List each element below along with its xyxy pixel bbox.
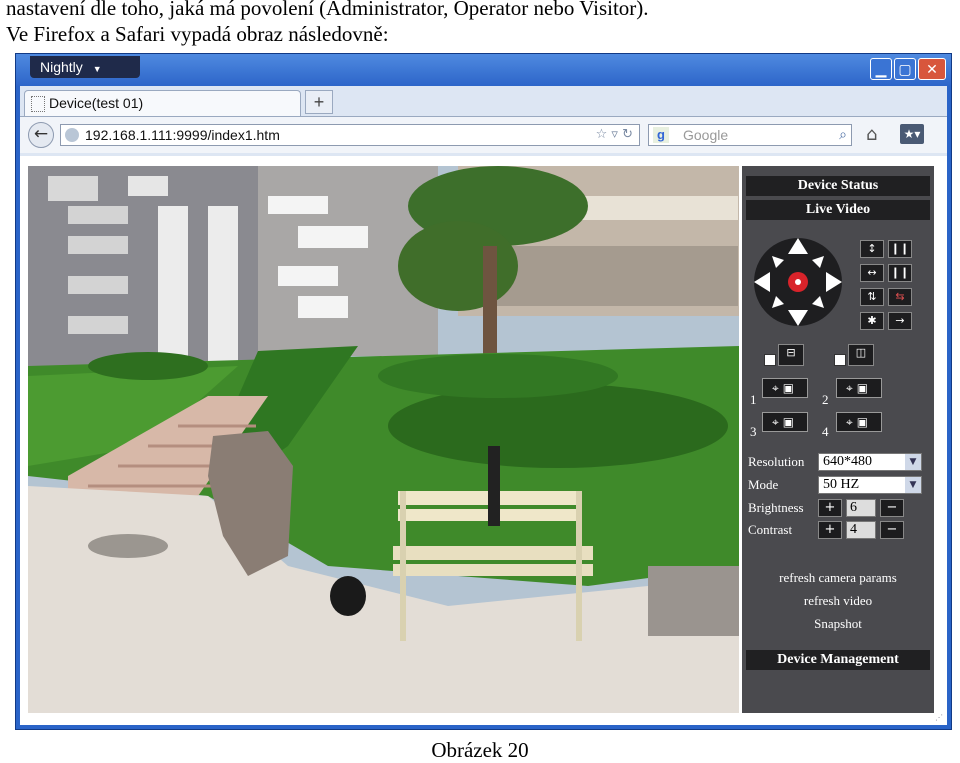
chevron-down-icon: ▼ xyxy=(905,454,921,470)
brightness-minus-button[interactable]: − xyxy=(880,499,904,517)
pan-pause-icon[interactable]: ❙❙ xyxy=(888,264,912,282)
navigation-bar: ← 192.168.1.111:9999/index1.htm ☆ ▿ ↻ g … xyxy=(20,116,947,153)
ir-off-icon[interactable]: → xyxy=(888,312,912,330)
document-text-line-1: nastavení dle toho, jaká má povolení (Ad… xyxy=(6,0,649,20)
camera-control-panel: Device Status Live Video ↕ ❙❙ ↔ ❙❙ ⇅ ⇆ ✱… xyxy=(742,166,934,713)
io-input-icon: ◫ xyxy=(848,344,874,366)
globe-icon xyxy=(65,128,79,142)
dropdown-icon[interactable]: ▿ xyxy=(611,127,618,142)
resolution-select[interactable]: 640*480 ▼ xyxy=(818,453,922,471)
preset-number-3: 3 xyxy=(750,424,757,439)
io-checkbox-1[interactable] xyxy=(764,354,776,366)
brightness-plus-button[interactable]: + xyxy=(818,499,842,517)
brightness-value: 6 xyxy=(846,499,876,517)
preset-3-button[interactable]: ⌖▣ xyxy=(762,412,808,432)
preset-number-2: 2 xyxy=(822,392,829,407)
resolution-label: Resolution xyxy=(748,454,805,469)
resize-grip-icon[interactable]: ⋰ xyxy=(935,713,945,723)
live-video-frame xyxy=(28,166,739,713)
star-icon[interactable]: ☆ xyxy=(596,127,608,142)
flip-icon[interactable]: ⇅ xyxy=(860,288,884,306)
ir-light-icon[interactable]: ✱ xyxy=(860,312,884,330)
close-icon[interactable]: ✕ xyxy=(918,58,946,80)
url-text: 192.168.1.111:9999/index1.htm xyxy=(85,127,280,143)
contrast-minus-button[interactable]: − xyxy=(880,521,904,539)
device-management-header[interactable]: Device Management xyxy=(746,650,930,670)
preset-number-1: 1 xyxy=(750,392,757,407)
figure-caption: Obrázek 20 xyxy=(431,738,529,762)
refresh-video-link[interactable]: refresh video xyxy=(742,593,934,609)
tilt-icon[interactable]: ↕ xyxy=(860,240,884,258)
preset-2-button[interactable]: ⌖▣ xyxy=(836,378,882,398)
search-bar[interactable]: g Google ⌕ xyxy=(648,124,852,146)
search-placeholder: Google xyxy=(683,127,729,143)
page-content: Device Status Live Video ↕ ❙❙ ↔ ❙❙ ⇅ ⇆ ✱… xyxy=(20,156,947,725)
page-icon xyxy=(31,96,45,112)
bookmarks-icon[interactable]: ★▾ xyxy=(900,124,924,144)
ptz-joystick[interactable] xyxy=(752,236,844,328)
google-icon[interactable]: g xyxy=(653,127,669,143)
document-text-line-2: Ve Firefox a Safari vypadá obraz následo… xyxy=(6,22,389,46)
io-output-icon: ⊟ xyxy=(778,344,804,366)
preset-number-4: 4 xyxy=(822,424,829,439)
io-checkbox-2[interactable] xyxy=(834,354,846,366)
preset-1-button[interactable]: ⌖▣ xyxy=(762,378,808,398)
browser-window: Nightly ▼ ▁ ▢ ✕ Device(test 01) + ← 192.… xyxy=(15,53,952,730)
chevron-down-icon: ▼ xyxy=(905,477,921,493)
garden-scene-image xyxy=(28,166,739,713)
mode-value: 50 HZ xyxy=(823,477,860,492)
resolution-value: 640*480 xyxy=(823,454,872,469)
tab-title: Device(test 01) xyxy=(49,95,144,111)
reload-icon[interactable]: ↻ xyxy=(622,127,633,142)
app-menu-label: Nightly xyxy=(40,59,83,75)
live-video-header[interactable]: Live Video xyxy=(746,200,930,220)
title-bar: Nightly ▼ ▁ ▢ ✕ xyxy=(16,54,951,86)
search-icon[interactable]: ⌕ xyxy=(839,125,847,145)
snapshot-link[interactable]: Snapshot xyxy=(742,616,934,632)
contrast-value: 4 xyxy=(846,521,876,539)
tab-device[interactable]: Device(test 01) xyxy=(24,90,301,116)
device-status-header[interactable]: Device Status xyxy=(746,176,930,196)
pan-icon[interactable]: ↔ xyxy=(860,264,884,282)
brightness-label: Brightness xyxy=(748,500,804,515)
preset-4-button[interactable]: ⌖▣ xyxy=(836,412,882,432)
mode-select[interactable]: 50 HZ ▼ xyxy=(818,476,922,494)
url-bar[interactable]: 192.168.1.111:9999/index1.htm ☆ ▿ ↻ xyxy=(60,124,640,146)
browser-chrome: Device(test 01) + ← 192.168.1.111:9999/i… xyxy=(20,86,947,156)
new-tab-button[interactable]: + xyxy=(305,90,333,114)
refresh-camera-params-link[interactable]: refresh camera params xyxy=(742,570,934,586)
back-button[interactable]: ← xyxy=(28,122,54,148)
mode-label: Mode xyxy=(748,477,779,492)
home-icon[interactable]: ⌂ xyxy=(866,124,877,145)
contrast-plus-button[interactable]: + xyxy=(818,521,842,539)
minimize-icon[interactable]: ▁ xyxy=(870,58,892,80)
maximize-icon[interactable]: ▢ xyxy=(894,58,916,80)
contrast-label: Contrast xyxy=(748,522,793,537)
app-menu-button[interactable]: Nightly ▼ xyxy=(30,56,140,78)
mirror-icon[interactable]: ⇆ xyxy=(888,288,912,306)
tilt-pause-icon[interactable]: ❙❙ xyxy=(888,240,912,258)
chevron-down-icon: ▼ xyxy=(92,64,102,74)
